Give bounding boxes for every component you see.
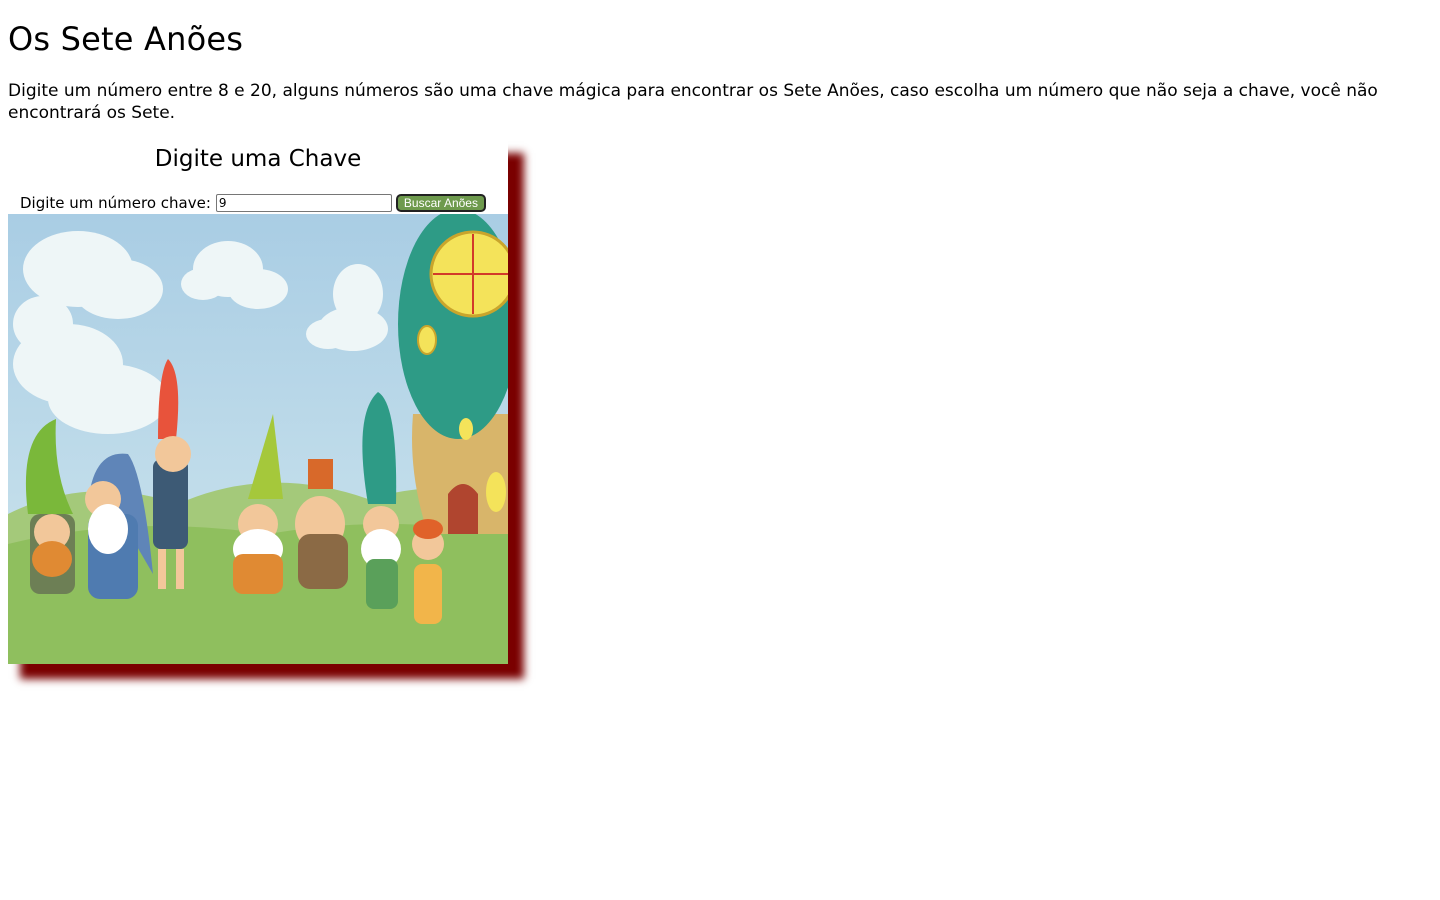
key-form: Digite um número chave: Buscar Anões <box>20 192 486 214</box>
key-card: Digite uma Chave Digite um número chave:… <box>8 141 508 664</box>
intro-text: Digite um número entre 8 e 20, alguns nú… <box>8 81 1378 123</box>
key-input[interactable] <box>215 194 392 212</box>
seven-dwarves-illustration <box>8 214 508 664</box>
key-label: Digite um número chave: <box>20 194 211 212</box>
page-title: Os Sete Anões <box>8 20 244 58</box>
search-dwarves-button[interactable]: Buscar Anões <box>395 194 486 212</box>
card-title: Digite uma Chave <box>154 146 362 172</box>
